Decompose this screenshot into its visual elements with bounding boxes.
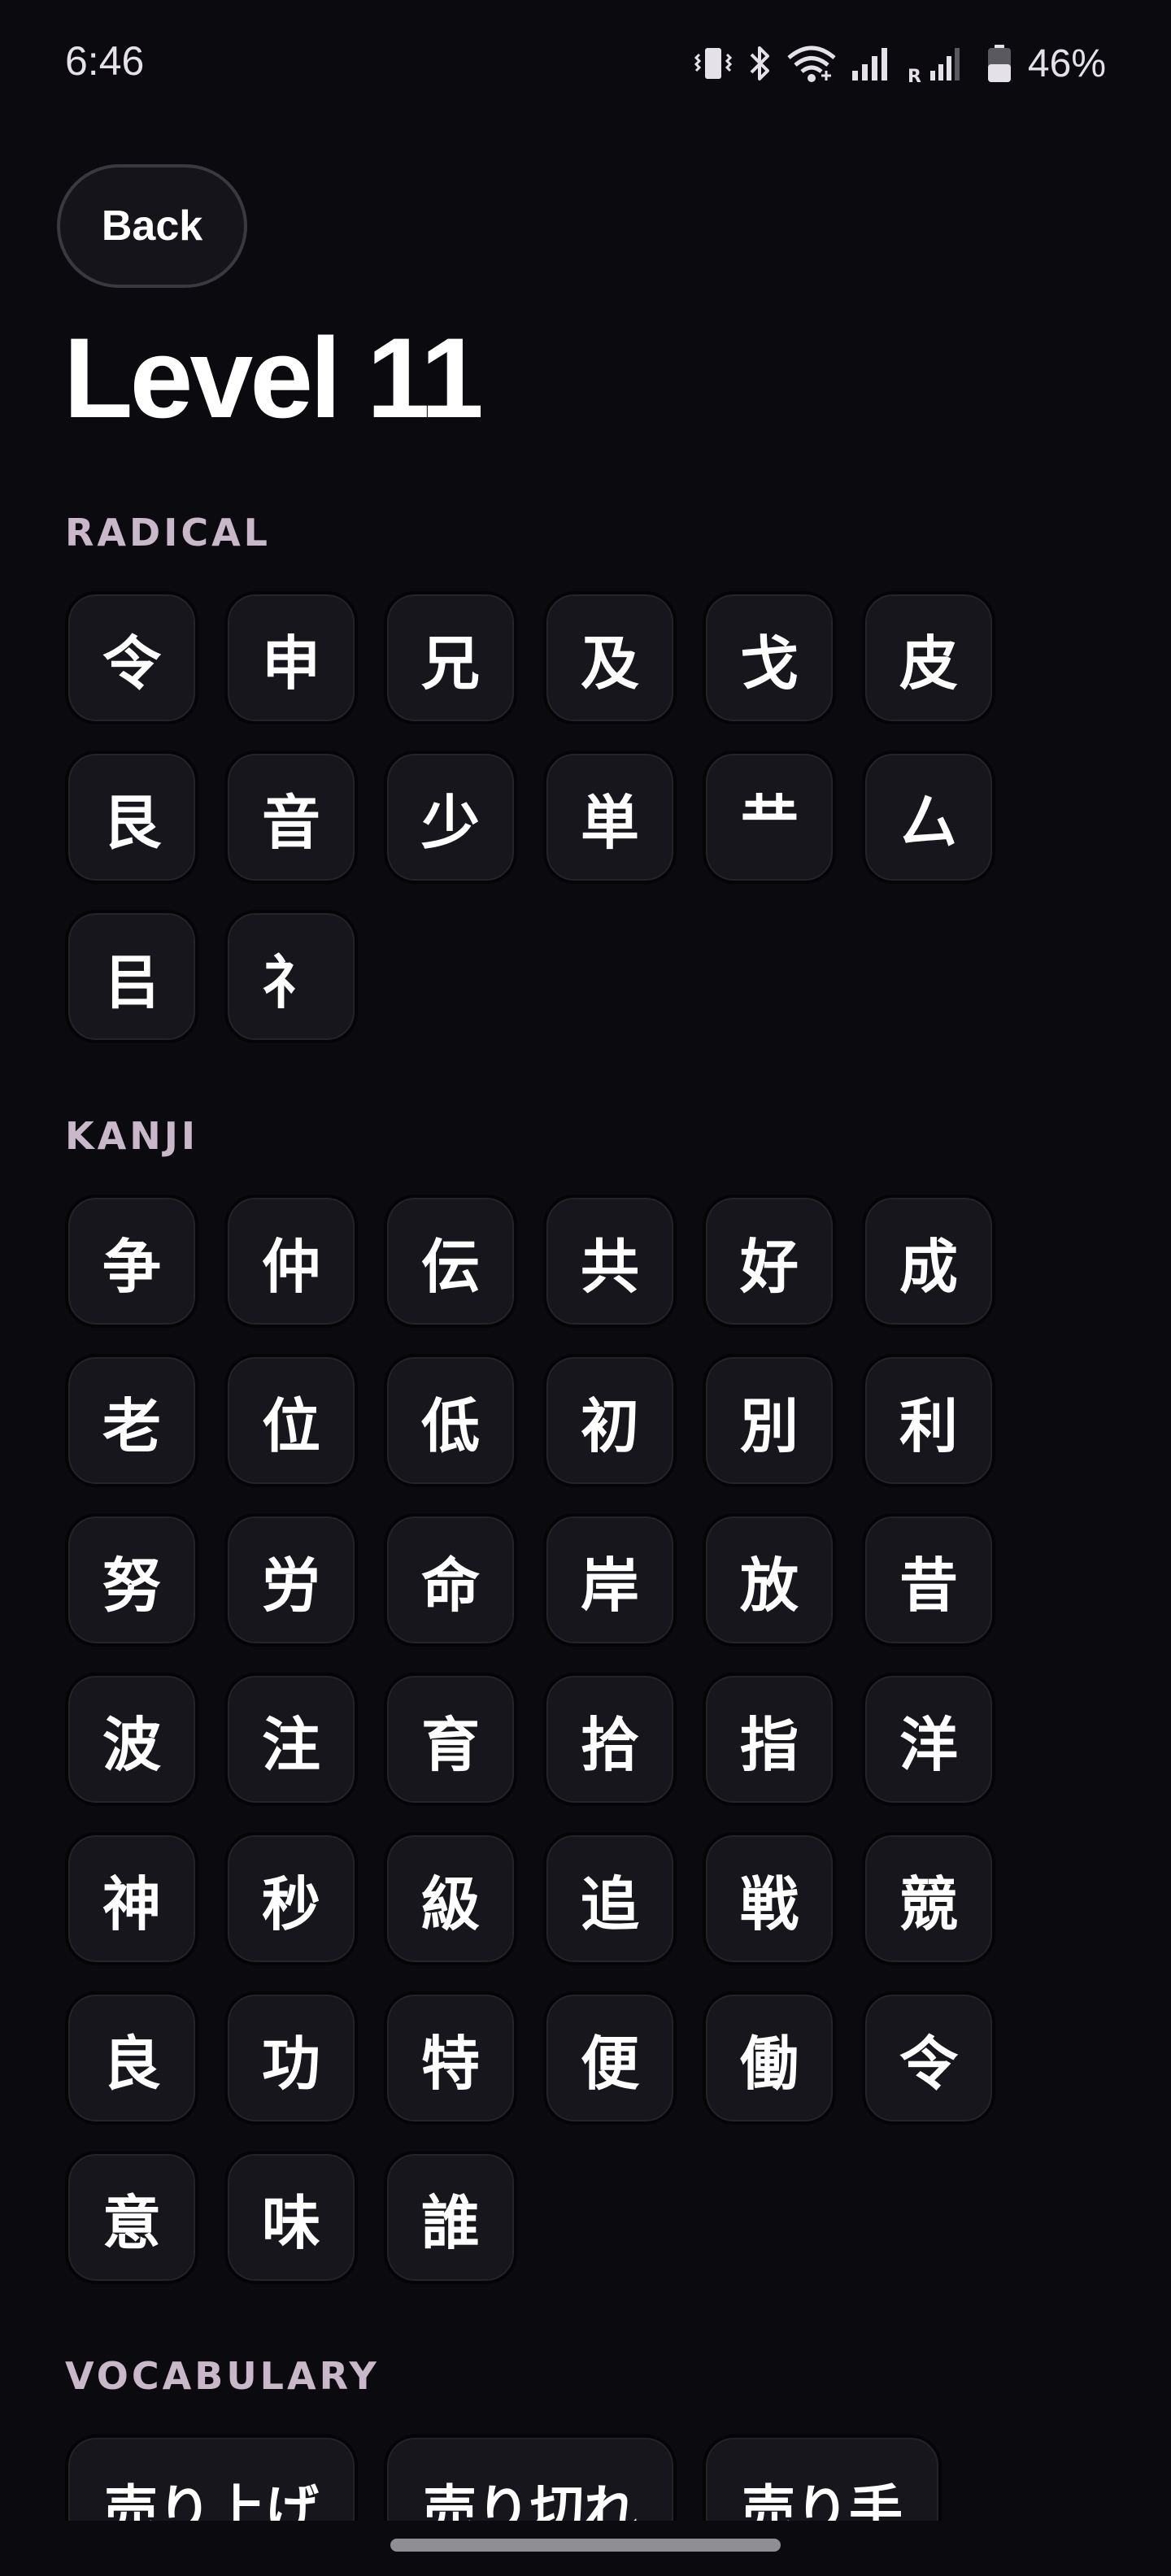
kanji-tile[interactable]: 働 — [703, 1991, 836, 2125]
kanji-tile[interactable]: 洋 — [862, 1673, 995, 1806]
screen-content: 6:46 R 46% Back Level 11 RADICAL 令 申 兄 及… — [0, 0, 1171, 2521]
status-icons: R 46% — [693, 39, 1106, 88]
radical-tile[interactable]: 少 — [384, 751, 517, 884]
radical-tile[interactable]: 単 — [543, 751, 677, 884]
kanji-tile[interactable]: 波 — [65, 1673, 198, 1806]
status-bar: 6:46 R 46% — [0, 0, 1171, 130]
kanji-tile[interactable]: 昔 — [862, 1513, 995, 1647]
radical-tile[interactable]: 龷 — [703, 751, 836, 884]
kanji-tile[interactable]: 便 — [543, 1991, 677, 2125]
radical-tile[interactable]: 申 — [224, 591, 358, 724]
kanji-tile[interactable]: 努 — [65, 1513, 198, 1647]
kanji-section-label: KANJI — [65, 1114, 198, 1158]
kanji-tile[interactable]: 成 — [862, 1194, 995, 1328]
radical-section-label: RADICAL — [65, 511, 271, 555]
radical-tile[interactable]: 戈 — [703, 591, 836, 724]
radical-tile[interactable]: 令 — [65, 591, 198, 724]
kanji-tile[interactable]: 指 — [703, 1673, 836, 1806]
signal-icon — [849, 43, 895, 84]
kanji-tile[interactable]: 共 — [543, 1194, 677, 1328]
kanji-tile[interactable]: 初 — [543, 1354, 677, 1487]
kanji-tile[interactable]: 拾 — [543, 1673, 677, 1806]
wifi-icon — [786, 43, 838, 84]
radical-tile[interactable]: 艮 — [65, 751, 198, 884]
kanji-tile[interactable]: 功 — [224, 1991, 358, 2125]
page-title: Level 11 — [63, 314, 484, 442]
radical-tile[interactable]: 皮 — [862, 591, 995, 724]
kanji-section: KANJI 争仲伝共好成老位低初別利努労命岸放昔波注育拾指洋神秒級追戦競良功特便… — [65, 1112, 1114, 2284]
kanji-grid: 争仲伝共好成老位低初別利努労命岸放昔波注育拾指洋神秒級追戦競良功特便働令意味誰 — [65, 1194, 1025, 2284]
radical-grid: 令申兄及戈皮艮音少単龷厶㠯⺭ — [65, 591, 1025, 1043]
status-time: 6:46 — [65, 38, 145, 84]
kanji-tile[interactable]: 仲 — [224, 1194, 358, 1328]
vocabulary-list: 売り上げ 売り切れ 売り手 — [65, 2435, 1114, 2521]
kanji-tile[interactable]: 好 — [703, 1194, 836, 1328]
kanji-tile[interactable]: 命 — [384, 1513, 517, 1647]
battery-icon — [986, 43, 1013, 84]
radical-section: RADICAL 令申兄及戈皮艮音少単龷厶㠯⺭ — [65, 508, 1114, 1043]
kanji-tile[interactable]: 争 — [65, 1194, 198, 1328]
radical-tile[interactable]: 及 — [543, 591, 677, 724]
kanji-tile[interactable]: 戦 — [703, 1832, 836, 1965]
radical-tile[interactable]: 兄 — [384, 591, 517, 724]
battery-percent: 46% — [1027, 41, 1106, 85]
kanji-tile[interactable]: 級 — [384, 1832, 517, 1965]
kanji-tile[interactable]: 味 — [224, 2151, 358, 2284]
home-indicator[interactable] — [390, 2539, 781, 2552]
vocabulary-tile[interactable]: 売り手 — [703, 2435, 942, 2521]
kanji-tile[interactable]: 競 — [862, 1832, 995, 1965]
vocabulary-section-label: VOCABULARY — [65, 2354, 380, 2398]
kanji-tile[interactable]: 放 — [703, 1513, 836, 1647]
vocabulary-tile[interactable]: 売り切れ — [384, 2435, 677, 2521]
kanji-tile[interactable]: 神 — [65, 1832, 198, 1965]
radical-tile[interactable]: ⺭ — [224, 910, 358, 1043]
kanji-tile[interactable]: 令 — [862, 1991, 995, 2125]
kanji-tile[interactable]: 誰 — [384, 2151, 517, 2284]
kanji-tile[interactable]: 特 — [384, 1991, 517, 2125]
kanji-tile[interactable]: 利 — [862, 1354, 995, 1487]
kanji-tile[interactable]: 別 — [703, 1354, 836, 1487]
kanji-tile[interactable]: 追 — [543, 1832, 677, 1965]
radical-tile[interactable]: 㠯 — [65, 910, 198, 1043]
kanji-tile[interactable]: 労 — [224, 1513, 358, 1647]
bluetooth-icon — [745, 43, 774, 84]
vibrate-icon — [693, 43, 734, 84]
vocabulary-tile[interactable]: 売り上げ — [65, 2435, 358, 2521]
radical-tile[interactable]: 音 — [224, 751, 358, 884]
vocabulary-section: VOCABULARY 売り上げ 売り切れ 売り手 — [65, 2352, 1114, 2521]
svg-text:R: R — [908, 67, 921, 84]
roaming-signal-icon: R — [906, 43, 974, 84]
kanji-tile[interactable]: 位 — [224, 1354, 358, 1487]
kanji-tile[interactable]: 育 — [384, 1673, 517, 1806]
kanji-tile[interactable]: 意 — [65, 2151, 198, 2284]
kanji-tile[interactable]: 老 — [65, 1354, 198, 1487]
radical-tile[interactable]: 厶 — [862, 751, 995, 884]
kanji-tile[interactable]: 岸 — [543, 1513, 677, 1647]
kanji-tile[interactable]: 伝 — [384, 1194, 517, 1328]
kanji-tile[interactable]: 秒 — [224, 1832, 358, 1965]
kanji-tile[interactable]: 注 — [224, 1673, 358, 1806]
back-button[interactable]: Back — [57, 164, 247, 288]
kanji-tile[interactable]: 低 — [384, 1354, 517, 1487]
kanji-tile[interactable]: 良 — [65, 1991, 198, 2125]
